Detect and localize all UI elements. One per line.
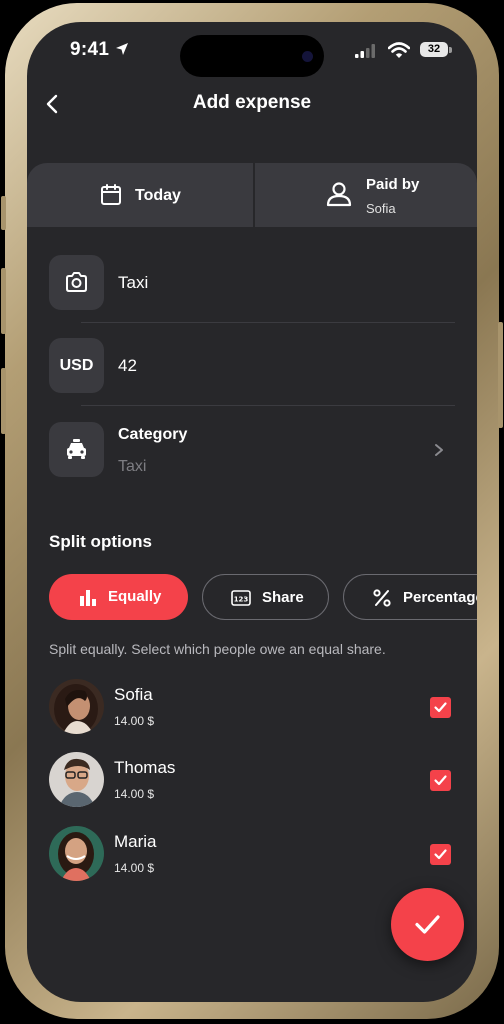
split-option-percentage[interactable]: Percentage (343, 574, 477, 620)
check-icon (415, 915, 440, 934)
power-button (498, 322, 503, 428)
svg-text:123: 123 (234, 596, 249, 604)
currency-selector[interactable]: USD (49, 338, 104, 393)
camera-button[interactable] (49, 255, 104, 310)
camera-icon (66, 272, 87, 292)
avatar (49, 826, 104, 881)
paid-by-label: Paid by (366, 176, 420, 193)
amount-input[interactable]: 42 (118, 356, 137, 376)
action-button (1, 196, 6, 230)
checkbox[interactable] (430, 844, 451, 865)
bar-chart-icon (80, 590, 96, 606)
avatar (49, 752, 104, 807)
check-icon (434, 775, 447, 786)
person-amount: 14.00 $ (114, 714, 155, 728)
taxi-icon (67, 439, 86, 459)
123-icon: 123 (231, 590, 251, 606)
currency-label: USD (59, 357, 94, 374)
volume-down-button (1, 368, 6, 434)
date-label: Today (135, 187, 181, 204)
split-option-share[interactable]: 123 Share (202, 574, 329, 620)
divider (81, 405, 455, 406)
avatar (49, 679, 104, 734)
person-name: Sofia (114, 685, 153, 704)
front-camera (302, 51, 313, 62)
person-row[interactable]: Thomas 14.00 $ (49, 752, 459, 808)
divider (81, 322, 455, 323)
split-option-label: Equally (108, 588, 162, 605)
category-icon-box (49, 422, 104, 477)
split-option-label: Share (262, 589, 304, 606)
status-bar: 9:41 32 (27, 22, 477, 78)
check-icon (434, 702, 447, 713)
checkbox[interactable] (430, 770, 451, 791)
person-row[interactable]: Sofia 14.00 $ (49, 679, 459, 735)
split-description: Split equally. Select which people owe a… (49, 641, 386, 657)
checkbox[interactable] (430, 697, 451, 718)
dynamic-island (180, 35, 324, 77)
person-amount: 14.00 $ (114, 861, 155, 875)
paid-by-selector[interactable]: Paid by Sofia (255, 163, 477, 227)
page-title: Add expense (192, 92, 312, 113)
paid-by-name: Sofia (366, 201, 396, 216)
category-row[interactable]: Category Taxi (49, 422, 455, 478)
location-arrow-icon (116, 43, 128, 55)
save-button[interactable] (391, 888, 464, 961)
person-name: Maria (114, 832, 157, 851)
app-screen: 9:41 32 Add expense Today Paid by Sofia … (27, 22, 477, 1002)
split-option-equally[interactable]: Equally (49, 574, 188, 620)
chevron-right-icon (435, 444, 443, 456)
check-icon (434, 849, 447, 860)
calendar-icon (101, 184, 121, 205)
status-time: 9:41 (70, 39, 110, 60)
split-option-label: Percentage (403, 589, 477, 606)
percent-icon (373, 589, 391, 607)
battery-tip (449, 47, 452, 53)
wifi-icon (388, 42, 410, 58)
cellular-signal-icon (355, 44, 375, 58)
header: Add expense (27, 84, 477, 124)
person-amount: 14.00 $ (114, 787, 155, 801)
user-icon (326, 182, 352, 207)
split-options-title: Split options (49, 532, 152, 551)
date-selector[interactable]: Today (27, 163, 253, 227)
battery-icon: 32 (420, 42, 448, 57)
description-input[interactable]: Taxi (118, 273, 148, 293)
category-value: Taxi (118, 458, 147, 475)
category-label: Category (118, 426, 188, 443)
volume-up-button (1, 268, 6, 334)
person-name: Thomas (114, 758, 176, 777)
top-cards: Today Paid by Sofia (27, 163, 477, 227)
amount-row[interactable]: USD 42 (49, 338, 455, 394)
description-row[interactable]: Taxi (49, 255, 455, 311)
person-row[interactable]: Maria 14.00 $ (49, 826, 459, 882)
